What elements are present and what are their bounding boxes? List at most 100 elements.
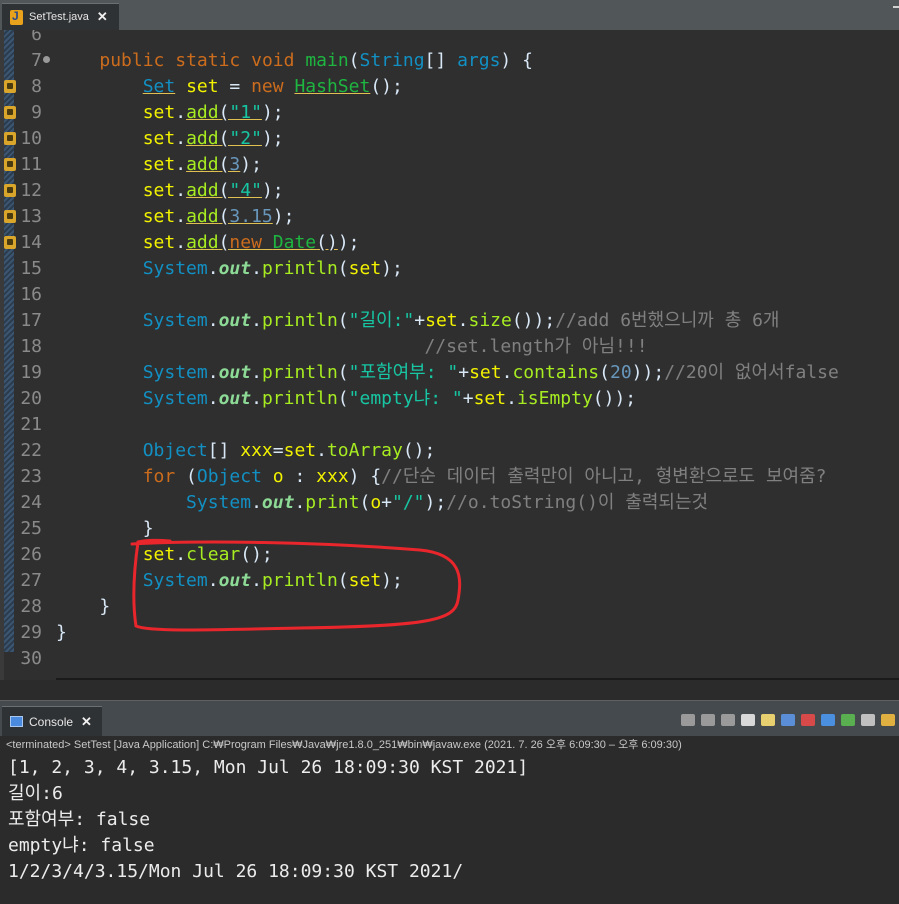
line-number: 30 (20, 648, 42, 669)
code-line[interactable]: 26 set.clear(); (0, 542, 899, 568)
code-text: } (56, 518, 154, 539)
code-line[interactable]: 24 System.out.print(o+"/");//o.toString(… (0, 490, 899, 516)
line-number: 23 (20, 466, 42, 487)
view-menu-icon[interactable] (881, 714, 895, 726)
line-number: 8 (31, 76, 42, 97)
line-number: 14 (20, 232, 42, 253)
console-toolbar (681, 713, 895, 727)
scroll-lock-icon[interactable] (741, 714, 755, 726)
display-console-icon[interactable] (841, 714, 855, 726)
line-number: 24 (20, 492, 42, 513)
line-number: 16 (20, 284, 42, 305)
code-line[interactable]: 20 System.out.println("empty냐: "+set.isE… (0, 386, 899, 412)
code-line[interactable]: 29} (0, 620, 899, 646)
code-text: System.out.println(set); (142, 570, 403, 591)
scroll-left-icon[interactable]: < (60, 678, 68, 680)
pin-console-icon[interactable] (821, 714, 835, 726)
code-line[interactable]: 22 Object[] xxx=set.toArray(); (0, 438, 899, 464)
code-line[interactable]: 17 System.out.println("길이:"+set.size());… (0, 308, 899, 334)
code-text: public static void main(String[] args) { (99, 50, 533, 71)
console-output-line: 포함여부: false (8, 809, 151, 830)
code-line[interactable]: 10 set.add("2"); (0, 126, 899, 152)
line-number: 29 (20, 622, 42, 643)
code-line[interactable]: 8 Set set = new HashSet(); (0, 74, 899, 100)
line-number: 11 (20, 154, 42, 175)
code-line[interactable]: 7 public static void main(String[] args)… (0, 48, 899, 74)
line-number: 12 (20, 180, 42, 201)
line-number: 22 (20, 440, 42, 461)
console-tab-bar: Console ✕ (0, 700, 899, 736)
console-status: <terminated> SetTest [Java Application] … (0, 736, 899, 754)
code-text: System.out.println("길이:"+set.size());//a… (142, 310, 780, 331)
code-text: } (56, 596, 111, 617)
code-text: System.out.println("포함여부: "+set.contains… (142, 362, 839, 383)
line-number: 27 (20, 570, 42, 591)
code-line[interactable]: 23 for (Object o : xxx) {//단순 데이터 출력만이 아… (0, 464, 899, 490)
code-text: set.add(new Date()); (142, 232, 360, 253)
console-tab-label: Console (29, 714, 74, 729)
code-line[interactable]: 16 (0, 282, 899, 308)
code-text: set.clear(); (142, 544, 273, 565)
editor-tab-bar: SetTest.java ✕ (0, 0, 899, 30)
close-icon[interactable]: ✕ (81, 714, 92, 730)
code-text: //set.length가 아님!!! (424, 336, 648, 357)
code-text: System.out.print(o+"/");//o.toString()이 … (186, 492, 709, 513)
code-line[interactable]: 18 //set.length가 아님!!! (0, 334, 899, 360)
line-number: 28 (20, 596, 42, 617)
line-number: 18 (20, 336, 42, 357)
line-number: 9 (31, 102, 42, 123)
code-text: set.add("4"); (142, 180, 284, 201)
close-icon[interactable]: ✕ (97, 9, 108, 25)
open-console-icon[interactable] (861, 714, 875, 726)
console-output-line: 1/2/3/4/3.15/Mon Jul 26 18:09:30 KST 202… (8, 861, 464, 882)
code-line[interactable]: 30 (0, 646, 899, 672)
remove-all-icon[interactable] (721, 714, 735, 726)
code-text: set.add(3.15); (142, 206, 295, 227)
line-number: 10 (20, 128, 42, 149)
horizontal-scrollbar[interactable]: < > (56, 678, 899, 680)
line-number: 17 (20, 310, 42, 331)
code-line[interactable]: 9 set.add("1"); (0, 100, 899, 126)
line-number: 21 (20, 414, 42, 435)
console-output-line: 길이:6 (8, 783, 63, 804)
code-text: Object[] xxx=set.toArray(); (142, 440, 436, 461)
line-number: 19 (20, 362, 42, 383)
line-number: 6 (31, 30, 42, 45)
editor-tab-settest[interactable]: SetTest.java ✕ (2, 3, 119, 30)
code-text: } (56, 622, 67, 643)
code-line[interactable]: 11 set.add(3); (0, 152, 899, 178)
editor-tab-label: SetTest.java (29, 11, 89, 23)
show-on-output-icon[interactable] (781, 714, 795, 726)
code-line[interactable]: 12 set.add("4"); (0, 178, 899, 204)
terminate-icon[interactable] (681, 714, 695, 726)
code-line[interactable]: 6 (0, 30, 899, 48)
code-line[interactable]: 15 System.out.println(set); (0, 256, 899, 282)
scroll-right-icon[interactable]: > (887, 678, 895, 680)
code-line[interactable]: 21 (0, 412, 899, 438)
word-wrap-icon[interactable] (761, 714, 775, 726)
line-number: 25 (20, 518, 42, 539)
line-number: 7 (31, 50, 42, 71)
code-editor[interactable]: 6 7 public static void main(String[] args… (0, 30, 899, 680)
code-line[interactable]: 13 set.add(3.15); (0, 204, 899, 230)
code-line[interactable]: 25 } (0, 516, 899, 542)
code-text: set.add(3); (142, 154, 262, 175)
minimize-icon[interactable] (893, 6, 899, 8)
code-text: System.out.println("empty냐: "+set.isEmpt… (142, 388, 637, 409)
code-line[interactable]: 27 System.out.println(set); (0, 568, 899, 594)
code-line[interactable]: 14 set.add(new Date()); (0, 230, 899, 256)
console-icon (10, 716, 23, 727)
code-line[interactable]: 28 } (0, 594, 899, 620)
console-output-line: empty냐: false (8, 835, 155, 856)
fold-icon[interactable] (43, 56, 50, 63)
tab-console[interactable]: Console ✕ (2, 706, 102, 736)
line-number: 13 (20, 206, 42, 227)
code-text: set.add("1"); (142, 102, 284, 123)
console-output[interactable]: [1, 2, 3, 4, 3.15, Mon Jul 26 18:09:30 K… (0, 756, 899, 904)
java-file-icon (10, 9, 23, 25)
code-text: for (Object o : xxx) {//단순 데이터 출력만이 아니고,… (142, 466, 827, 487)
remove-launch-icon[interactable] (701, 714, 715, 726)
show-on-error-icon[interactable] (801, 714, 815, 726)
console-output-line: [1, 2, 3, 4, 3.15, Mon Jul 26 18:09:30 K… (8, 757, 529, 778)
code-line[interactable]: 19 System.out.println("포함여부: "+set.conta… (0, 360, 899, 386)
